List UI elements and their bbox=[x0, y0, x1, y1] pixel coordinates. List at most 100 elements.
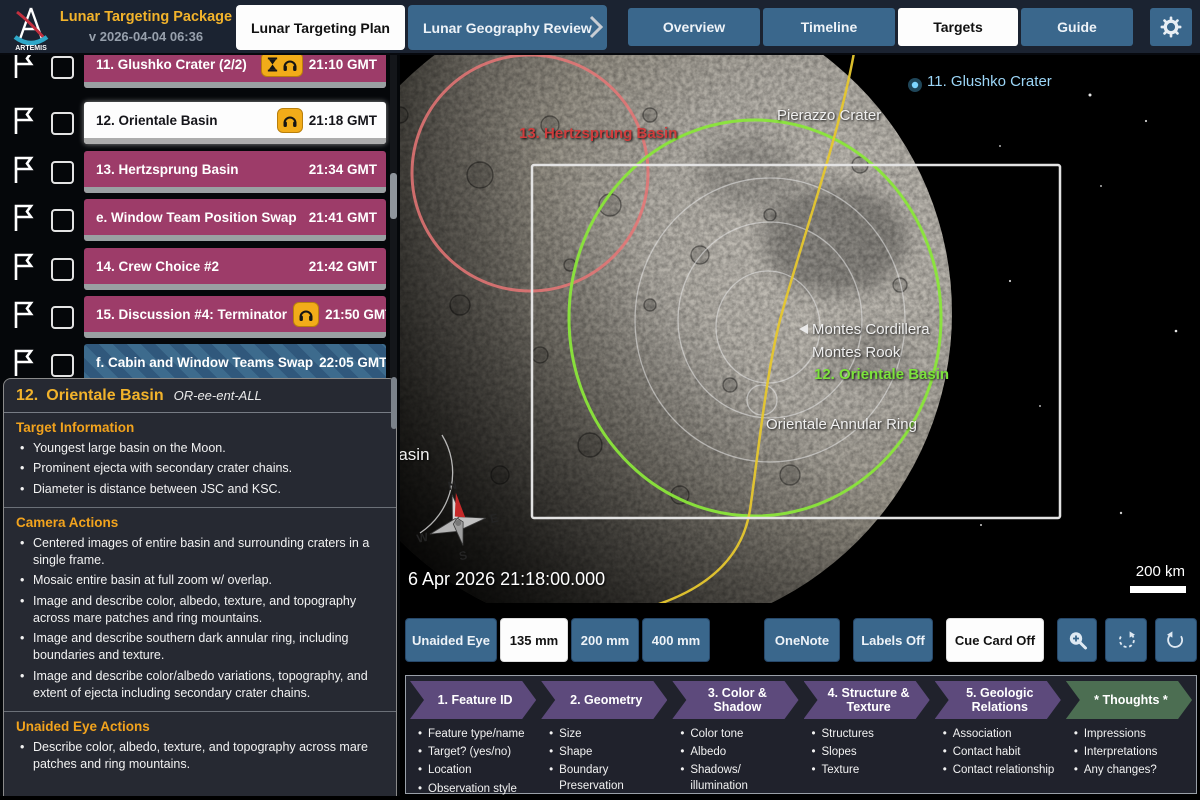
svg-text:ARTEMIS: ARTEMIS bbox=[15, 45, 47, 52]
timeline-item-orientale[interactable]: 12. Orientale Basin 21:18 GMT bbox=[84, 102, 386, 144]
tab-overview[interactable]: Overview bbox=[628, 8, 760, 46]
timeline-item-window-swap[interactable]: e. Window Team Position Swap 21:41 GMT bbox=[84, 199, 386, 241]
flag-icon[interactable] bbox=[10, 203, 40, 238]
timeline-item-hertzsprung[interactable]: 13. Hertzsprung Basin 21:34 GMT bbox=[84, 151, 386, 193]
label-montes-cordillera: Montes Cordillera bbox=[799, 321, 930, 338]
item-checkbox[interactable] bbox=[51, 112, 74, 135]
rotate-ccw-icon bbox=[1166, 630, 1186, 650]
item-checkbox[interactable] bbox=[51, 209, 74, 232]
workflow-step-color-shadow: 3. Color & Shadow Color tone Albedo Shad… bbox=[672, 681, 798, 788]
artemis-logo: ARTEMIS bbox=[8, 3, 54, 53]
target-details-panel: 12. Orientale Basin OR-ee-ent-ALL Target I… bbox=[3, 378, 397, 796]
onenote-button[interactable]: OneNote bbox=[764, 618, 840, 662]
details-scrollbar-thumb[interactable] bbox=[391, 377, 397, 429]
label-hertzsprung-basin: 13. Hertzsprung Basin bbox=[519, 125, 677, 142]
workflow-step-header[interactable]: 2. Geometry bbox=[541, 681, 667, 719]
lens-135mm-button[interactable]: 135 mm bbox=[500, 618, 568, 662]
bullet: Image and describe color/albedo variatio… bbox=[16, 668, 384, 703]
section-camera-actions: Camera Actions Centered images of entire… bbox=[4, 508, 396, 712]
lunar-map-view[interactable]: N E W S 11. Glushko Crater Pierazzo Crat… bbox=[400, 55, 1200, 603]
flag-icon[interactable] bbox=[10, 155, 40, 190]
bullet: Describe color, albedo, texture, and top… bbox=[16, 739, 384, 774]
timeline-item-glushko[interactable]: 11. Glushko Crater (2/2) 21:10 GMT bbox=[84, 55, 386, 88]
timeline-row: f. Cabin and Window Teams Swap 22:05 GMT bbox=[0, 344, 386, 378]
bullet: Prominent ejecta with secondary crater c… bbox=[16, 460, 384, 477]
timeline-item-cabin-swap[interactable]: f. Cabin and Window Teams Swap 22:05 GMT bbox=[84, 344, 386, 378]
tab-timeline[interactable]: Timeline bbox=[763, 8, 895, 46]
workflow-step-geometry: 2. Geometry Size Shape Boundary Preserva… bbox=[541, 681, 667, 788]
item-checkbox[interactable] bbox=[51, 306, 74, 329]
tab-targets[interactable]: Targets bbox=[898, 8, 1018, 46]
progress-bar bbox=[84, 82, 386, 88]
tab-lunar-geography-review[interactable]: Lunar Geography Review bbox=[408, 5, 607, 50]
hourglass-icon bbox=[266, 57, 279, 72]
timeline-row: 12. Orientale Basin 21:18 GMT bbox=[0, 102, 386, 144]
timeline-scrollbar-thumb[interactable] bbox=[390, 173, 397, 219]
pointer-left-icon bbox=[799, 324, 808, 334]
headphones-icon bbox=[282, 57, 298, 72]
app-header: ARTEMIS Lunar Targeting Package v 2026-0… bbox=[0, 0, 1200, 55]
section-target-information: Target Information Youngest large basin … bbox=[4, 413, 396, 508]
flag-icon[interactable] bbox=[10, 300, 40, 335]
flag-icon[interactable] bbox=[10, 252, 40, 287]
document-tabs: Lunar Targeting Plan Lunar Geography Rev… bbox=[236, 5, 607, 50]
cue-card-toggle-button[interactable]: Cue Card Off bbox=[946, 618, 1044, 662]
timeline-row: 11. Glushko Crater (2/2) 21:10 GMT bbox=[0, 55, 386, 88]
workflow-step-header[interactable]: * Thoughts * bbox=[1066, 681, 1192, 719]
workflow-step-header[interactable]: 4. Structure & Texture bbox=[804, 681, 930, 719]
lens-200mm-button[interactable]: 200 mm bbox=[571, 618, 639, 662]
workflow-step-header[interactable]: 5. Geologic Relations bbox=[935, 681, 1061, 719]
settings-button[interactable] bbox=[1150, 8, 1192, 46]
target-name: Orientale Basin bbox=[46, 387, 163, 404]
labels-toggle-button[interactable]: Labels Off bbox=[853, 618, 933, 662]
label-orientale-basin: 12. Orientale Basin bbox=[814, 366, 949, 383]
workflow-step-header[interactable]: 1. Feature ID bbox=[410, 681, 536, 719]
audio-badge bbox=[261, 55, 303, 77]
label-orientale-annular-ring: Orientale Annular Ring bbox=[766, 416, 917, 433]
zoom-in-button[interactable] bbox=[1057, 618, 1097, 662]
bullet: Centered images of entire basin and surr… bbox=[16, 535, 384, 570]
progress-bar bbox=[84, 187, 386, 193]
label-montes-rook: Montes Rook bbox=[812, 344, 900, 361]
lens-unaided-eye-button[interactable]: Unaided Eye bbox=[405, 618, 497, 662]
progress-bar bbox=[84, 284, 386, 290]
target-title-row: 12. Orientale Basin OR-ee-ent-ALL bbox=[4, 379, 396, 413]
flag-icon[interactable] bbox=[10, 55, 40, 85]
app-title: Lunar Targeting Package bbox=[58, 8, 234, 27]
item-checkbox[interactable] bbox=[51, 354, 74, 377]
lens-400mm-button[interactable]: 400 mm bbox=[642, 618, 710, 662]
item-checkbox[interactable] bbox=[51, 258, 74, 281]
bullet: Image and describe color, albedo, textur… bbox=[16, 593, 384, 628]
timeline-item-crew-choice[interactable]: 14. Crew Choice #2 21:42 GMT bbox=[84, 248, 386, 290]
timeline-item-discussion-terminator[interactable]: 15. Discussion #4: Terminator 21:50 GMT bbox=[84, 296, 386, 338]
item-checkbox[interactable] bbox=[51, 161, 74, 184]
item-checkbox[interactable] bbox=[51, 56, 74, 79]
timeline-list: 11. Glushko Crater (2/2) 21:10 GMT bbox=[0, 55, 400, 378]
gear-icon bbox=[1160, 16, 1182, 38]
label-partial-basin: Basin bbox=[400, 445, 430, 465]
flag-icon[interactable] bbox=[10, 348, 40, 379]
tab-guide[interactable]: Guide bbox=[1021, 8, 1133, 46]
app-title-block: Lunar Targeting Package v 2026-04-04 06:… bbox=[58, 8, 234, 44]
section-unaided-eye-actions: Unaided Eye Actions Describe color, albe… bbox=[4, 712, 396, 783]
glushko-marker bbox=[908, 78, 922, 92]
headphones-icon bbox=[282, 113, 298, 128]
bullet: Mosaic entire basin at full zoom w/ over… bbox=[16, 572, 384, 589]
flag-icon[interactable] bbox=[10, 106, 40, 141]
tab-lunar-targeting-plan[interactable]: Lunar Targeting Plan bbox=[236, 5, 405, 50]
target-number: 12. bbox=[16, 387, 38, 404]
workflow-step-header[interactable]: 3. Color & Shadow bbox=[672, 681, 798, 719]
workflow-step-geologic-relations: 5. Geologic Relations Association Contac… bbox=[935, 681, 1061, 788]
bullet: Image and describe southern dark annular… bbox=[16, 630, 384, 665]
target-pronunciation: OR-ee-ent-ALL bbox=[174, 388, 262, 403]
rotate-ccw-button[interactable] bbox=[1155, 618, 1197, 662]
progress-bar bbox=[84, 332, 386, 338]
map-timestamp: 6 Apr 2026 21:18:00.000 bbox=[408, 569, 605, 590]
timeline-row: e. Window Team Position Swap 21:41 GMT bbox=[0, 199, 386, 241]
chevron-right-icon[interactable] bbox=[586, 13, 606, 41]
rotate-cw-button[interactable] bbox=[1105, 618, 1147, 662]
camera-toolbar: Unaided Eye 135 mm 200 mm 400 mm OneNote… bbox=[405, 618, 1197, 662]
label-glushko-crater: 11. Glushko Crater bbox=[927, 73, 1052, 90]
timeline-row: 15. Discussion #4: Terminator 21:50 GMT bbox=[0, 296, 386, 338]
observation-workflow: 1. Feature ID Feature type/name Target? … bbox=[405, 675, 1197, 794]
